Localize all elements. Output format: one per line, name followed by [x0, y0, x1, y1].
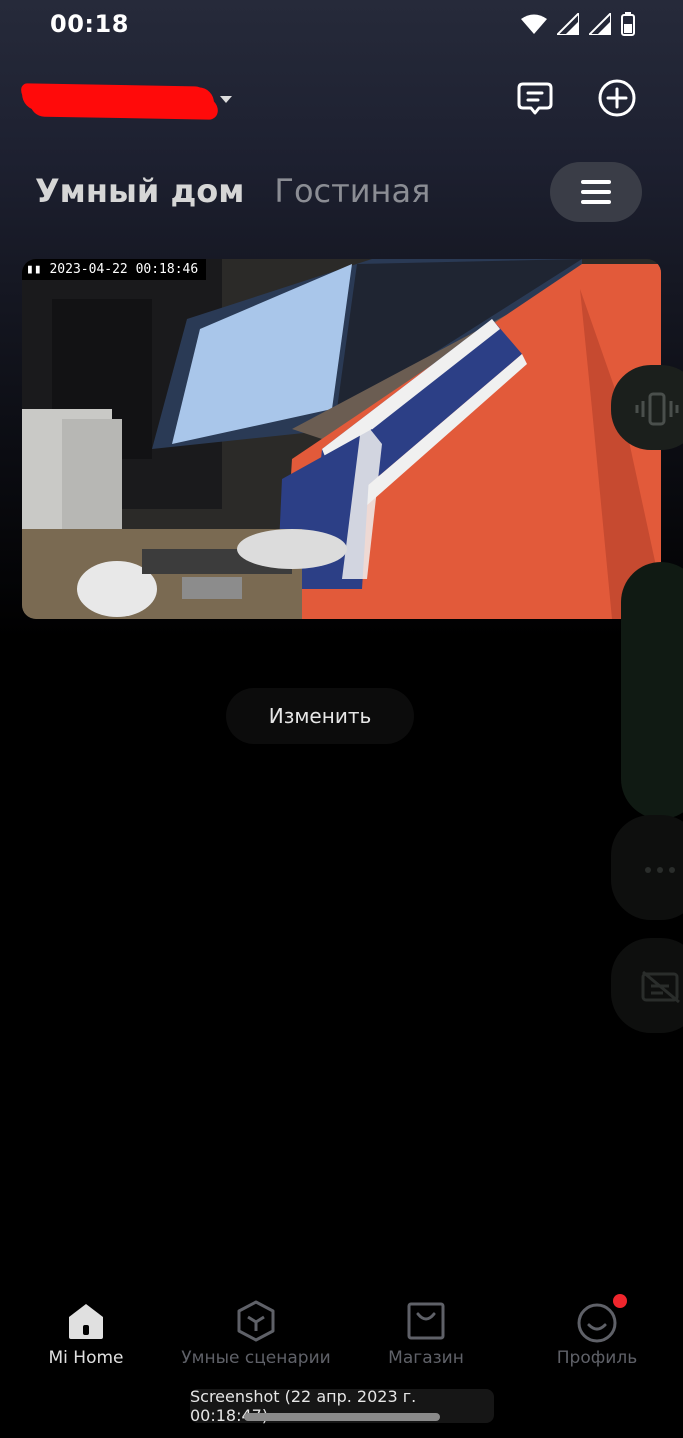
plus-circle-icon: [598, 79, 636, 117]
tab-living-room[interactable]: Гостиная: [274, 172, 430, 210]
room-tabs: Умный дом Гостиная: [35, 172, 430, 210]
messages-button[interactable]: [515, 78, 555, 118]
more-options-panel[interactable]: [611, 815, 683, 920]
nav-shop[interactable]: Магазин: [341, 1298, 511, 1368]
nav-profile[interactable]: Профиль: [512, 1294, 682, 1368]
signal-bars-icon: ▮▮: [26, 262, 42, 277]
wifi-icon: [521, 14, 547, 38]
camera-timestamp-text: 2023-04-22 00:18:46: [49, 262, 199, 277]
nav-mi-home[interactable]: Mi Home: [1, 1298, 171, 1368]
chevron-down-icon: [220, 95, 232, 103]
message-icon: [517, 82, 553, 115]
home-selector[interactable]: [21, 80, 232, 118]
rooms-menu-button[interactable]: [550, 162, 642, 222]
nav-label: Профиль: [556, 1348, 638, 1368]
shop-bag-icon: [341, 1298, 511, 1344]
tab-smart-home[interactable]: Умный дом: [35, 172, 244, 210]
battery-icon: [621, 12, 635, 40]
status-icons: [521, 10, 635, 40]
vibrate-panel[interactable]: [611, 365, 683, 450]
hamburger-icon: [581, 180, 611, 204]
nav-label: Mi Home: [48, 1348, 124, 1368]
signal-icon: [554, 10, 580, 39]
bottom-nav: Mi Home Умные сценарии Магазин Профиль: [0, 1294, 683, 1378]
nav-smart-scenarios[interactable]: Умные сценарии: [171, 1298, 341, 1368]
status-time: 00:18: [50, 10, 129, 38]
camera-preview[interactable]: ▮▮ 2023-04-22 00:18:46: [22, 259, 661, 619]
profile-smile-icon: [512, 1298, 682, 1344]
more-dots-icon: [645, 867, 675, 873]
redacted-home-name: [21, 84, 215, 114]
vibrate-icon: [635, 392, 679, 426]
camera-timestamp: ▮▮ 2023-04-22 00:18:46: [22, 259, 207, 280]
volume-slider[interactable]: [621, 562, 683, 819]
captions-off-panel[interactable]: [611, 938, 683, 1033]
signal-icon-2: [586, 10, 612, 39]
add-device-button[interactable]: [597, 78, 637, 118]
notification-badge: [613, 1294, 627, 1308]
captions-off-icon: [641, 970, 680, 1004]
camera-frame-image: [22, 259, 661, 619]
nav-label: Умные сценарии: [181, 1348, 331, 1368]
edit-button[interactable]: Изменить: [226, 688, 414, 744]
nav-label: Магазин: [388, 1348, 464, 1368]
home-indicator[interactable]: [244, 1413, 440, 1421]
home-icon: [1, 1298, 171, 1344]
scenario-cube-icon: [171, 1298, 341, 1344]
